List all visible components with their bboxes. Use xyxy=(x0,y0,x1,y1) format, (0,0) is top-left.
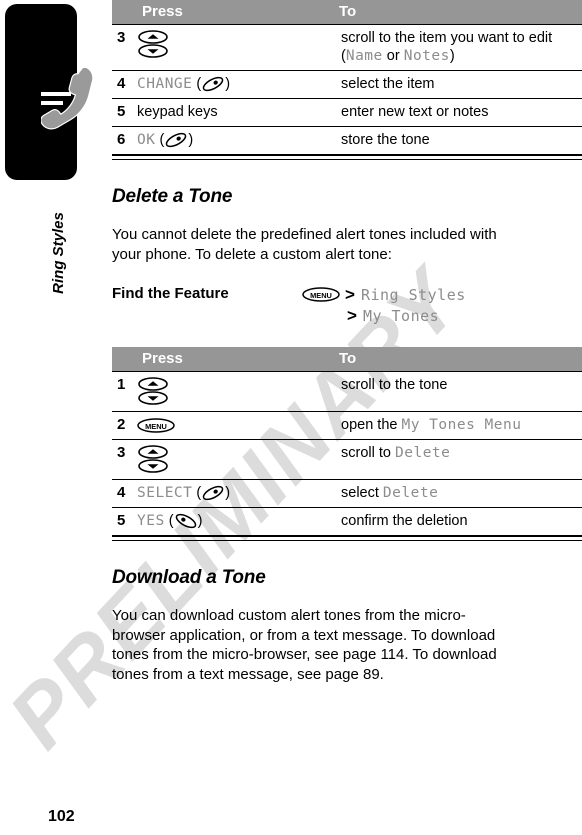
table-header-press: Press xyxy=(134,0,339,25)
step-description: confirm the deletion xyxy=(339,507,582,535)
step-number: 5 xyxy=(112,98,134,127)
find-the-feature-label: Find the Feature xyxy=(112,285,229,302)
table-header-blank xyxy=(112,347,134,372)
paren-close: ) xyxy=(225,76,231,92)
chapter-label: Ring Styles xyxy=(49,212,67,294)
paren-close: ) xyxy=(225,485,231,501)
table-row: 3 scroll to the item you want to edit (N… xyxy=(112,24,582,71)
paren-open: ( xyxy=(155,132,165,148)
softkey-label: YES xyxy=(137,513,165,529)
table-header-blank xyxy=(112,0,134,25)
step-number: 1 xyxy=(112,371,134,412)
path-line-1: MENU > Ring Styles xyxy=(302,284,582,305)
softkey-label: OK xyxy=(137,132,156,148)
table-header-to: To xyxy=(339,347,582,372)
table-row: 1 scroll to the tone xyxy=(112,371,582,412)
paren-close: ) xyxy=(197,513,203,529)
procedure-table-delete-tone: Press To 1 scroll to the tone 2 MENU ope… xyxy=(112,347,582,535)
step-number: 4 xyxy=(112,479,134,508)
table-bottom-rule xyxy=(112,535,582,541)
step-press: keypad keys xyxy=(134,98,339,127)
table-row: 5 keypad keys enter new text or notes xyxy=(112,98,582,127)
find-the-feature-block: Find the Feature MENU > Ring Styles > My… xyxy=(112,284,582,326)
step-description: enter new text or notes xyxy=(339,98,582,127)
step-description: store the tone xyxy=(339,126,582,154)
step-description: select the item xyxy=(339,70,582,99)
step-press: CHANGE () xyxy=(134,70,339,99)
paren-open: ( xyxy=(192,76,202,92)
step-description: scroll to the tone xyxy=(339,371,582,412)
find-the-feature-path: MENU > Ring Styles > My Tones xyxy=(302,284,582,326)
paren-open: ( xyxy=(192,485,202,501)
table-header-row: Press To xyxy=(112,0,582,25)
table-row: 3 scroll to Delete xyxy=(112,439,582,480)
step-description: open the My Tones Menu xyxy=(339,411,582,440)
table-row: 4 CHANGE () select the item xyxy=(112,70,582,99)
step-press: YES () xyxy=(134,507,339,535)
step-text: open the xyxy=(341,417,402,433)
step-description: scroll to the item you want to edit (Nam… xyxy=(339,24,582,71)
scroll-key-icon xyxy=(137,29,169,59)
softkey-label: SELECT xyxy=(137,485,193,501)
step-number: 6 xyxy=(112,126,134,154)
scroll-key-icon xyxy=(137,376,169,406)
menu-path-item-2: My Tones xyxy=(362,306,440,325)
softkey-left-icon xyxy=(174,513,198,529)
path-line-2: > My Tones xyxy=(302,305,582,326)
step-text: scroll to xyxy=(341,445,395,461)
screen-text: Notes xyxy=(403,48,450,64)
step-press: OK () xyxy=(134,126,339,154)
step-number: 5 xyxy=(112,507,134,535)
step-press: MENU xyxy=(134,411,339,440)
menu-path-item-1: Ring Styles xyxy=(360,285,466,304)
table-row: 6 OK () store the tone xyxy=(112,126,582,154)
svg-text:MENU: MENU xyxy=(145,422,167,431)
screen-text: Delete xyxy=(395,445,451,461)
procedure-table-edit-tone: Press To 3 scroll to the item you want t… xyxy=(112,0,582,154)
page-content: Press To 3 scroll to the item you want t… xyxy=(112,0,582,684)
page-number: 102 xyxy=(48,808,75,825)
page-title-delete-a-tone: Delete a Tone xyxy=(112,186,233,207)
body-text-delete-a-tone: You cannot delete the predefined alert t… xyxy=(112,226,497,263)
softkey-right-icon xyxy=(201,485,225,501)
phone-handset-icon xyxy=(40,65,103,138)
step-press xyxy=(134,439,339,480)
paren-open: ( xyxy=(164,513,174,529)
step-text: select xyxy=(341,485,383,501)
step-text-post: ) xyxy=(449,48,455,64)
scroll-key-icon xyxy=(137,444,169,474)
table-row: 4 SELECT () select Delete xyxy=(112,479,582,508)
body-text-download-a-tone: You can download custom alert tones from… xyxy=(112,607,497,683)
step-description: scroll to Delete xyxy=(339,439,582,480)
path-separator: > xyxy=(347,306,357,325)
softkey-label: CHANGE xyxy=(137,76,193,92)
menu-key-icon: MENU xyxy=(137,417,175,433)
softkey-right-icon xyxy=(164,132,188,148)
table-row: 2 MENU open the My Tones Menu xyxy=(112,411,582,440)
table-bottom-rule xyxy=(112,154,582,160)
screen-text: Delete xyxy=(382,485,439,501)
softkey-right-icon xyxy=(201,76,225,92)
step-text-mid: or xyxy=(382,48,404,64)
step-number: 4 xyxy=(112,70,134,99)
svg-text:MENU: MENU xyxy=(310,291,332,300)
step-description: select Delete xyxy=(339,479,582,508)
step-press: SELECT () xyxy=(134,479,339,508)
step-number: 3 xyxy=(112,439,134,480)
table-row: 5 YES () confirm the deletion xyxy=(112,507,582,535)
table-header-row: Press To xyxy=(112,347,582,372)
paren-close: ) xyxy=(188,132,194,148)
menu-key-icon: MENU xyxy=(302,287,340,302)
step-press xyxy=(134,371,339,412)
step-number: 3 xyxy=(112,24,134,71)
table-header-press: Press xyxy=(134,347,339,372)
manual-page: Ring Styles Press To 3 scroll to the ite… xyxy=(0,0,582,835)
screen-text: My Tones Menu xyxy=(401,417,522,433)
step-number: 2 xyxy=(112,411,134,440)
screen-text: Name xyxy=(345,48,383,64)
step-press xyxy=(134,24,339,71)
table-header-to: To xyxy=(339,0,582,25)
page-title-download-a-tone: Download a Tone xyxy=(112,567,266,588)
path-separator: > xyxy=(345,285,355,304)
